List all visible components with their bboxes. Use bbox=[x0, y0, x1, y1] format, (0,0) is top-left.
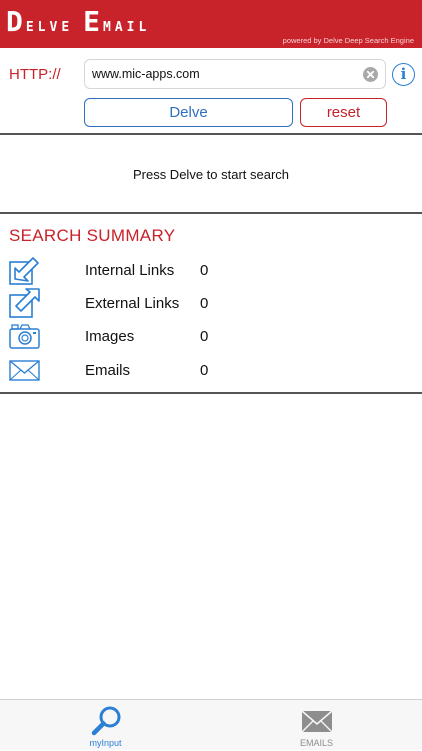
divider bbox=[0, 212, 422, 214]
summary-row-internal-links: Internal Links 0 bbox=[0, 255, 422, 287]
divider bbox=[0, 392, 422, 394]
envelope-icon bbox=[9, 355, 41, 385]
powered-by-text: powered by Delve Deep Search Engine bbox=[282, 36, 414, 45]
summary-label: External Links bbox=[85, 295, 180, 312]
summary-count: 0 bbox=[200, 328, 209, 345]
external-link-icon bbox=[9, 288, 41, 318]
summary-label: Internal Links bbox=[85, 262, 175, 279]
summary-row-emails: Emails 0 bbox=[0, 355, 422, 387]
status-message: Press Delve to start search bbox=[132, 167, 290, 182]
divider bbox=[0, 133, 422, 135]
logo-initial-d: D bbox=[6, 5, 26, 38]
url-input[interactable] bbox=[92, 60, 357, 88]
summary-count: 0 bbox=[200, 362, 209, 379]
tab-myinput[interactable]: myInput bbox=[0, 700, 211, 751]
internal-link-icon bbox=[9, 255, 41, 285]
camera-icon bbox=[9, 321, 41, 351]
magnifier-icon bbox=[89, 705, 123, 742]
summary-label: Emails bbox=[85, 362, 131, 379]
summary-count: 0 bbox=[200, 295, 209, 312]
logo-word-email: MAIL bbox=[103, 20, 151, 35]
app-header: DELVE EMAIL powered by Delve Deep Search … bbox=[0, 0, 422, 48]
summary-row-external-links: External Links 0 bbox=[0, 288, 422, 320]
summary-label: Images bbox=[85, 328, 135, 345]
tab-label: EMAILS bbox=[299, 738, 333, 748]
protocol-label: HTTP:// bbox=[9, 66, 61, 83]
logo-initial-e: E bbox=[83, 5, 104, 38]
envelope-icon bbox=[300, 705, 334, 742]
clear-icon[interactable] bbox=[363, 67, 378, 82]
url-field bbox=[84, 59, 386, 89]
logo-word-delve: ELVE bbox=[25, 20, 74, 35]
delve-button[interactable]: Delve bbox=[84, 98, 293, 127]
app-logo: DELVE EMAIL bbox=[6, 8, 150, 36]
reset-button[interactable]: reset bbox=[300, 98, 387, 127]
info-icon[interactable]: i bbox=[392, 63, 415, 86]
tab-label: myInput bbox=[89, 738, 122, 748]
tab-bar: myInput EMAILS bbox=[0, 699, 422, 750]
summary-count: 0 bbox=[200, 262, 209, 279]
tab-emails[interactable]: EMAILS bbox=[211, 700, 422, 751]
summary-title: SEARCH SUMMARY bbox=[9, 226, 176, 245]
summary-row-images: Images 0 bbox=[0, 321, 422, 353]
